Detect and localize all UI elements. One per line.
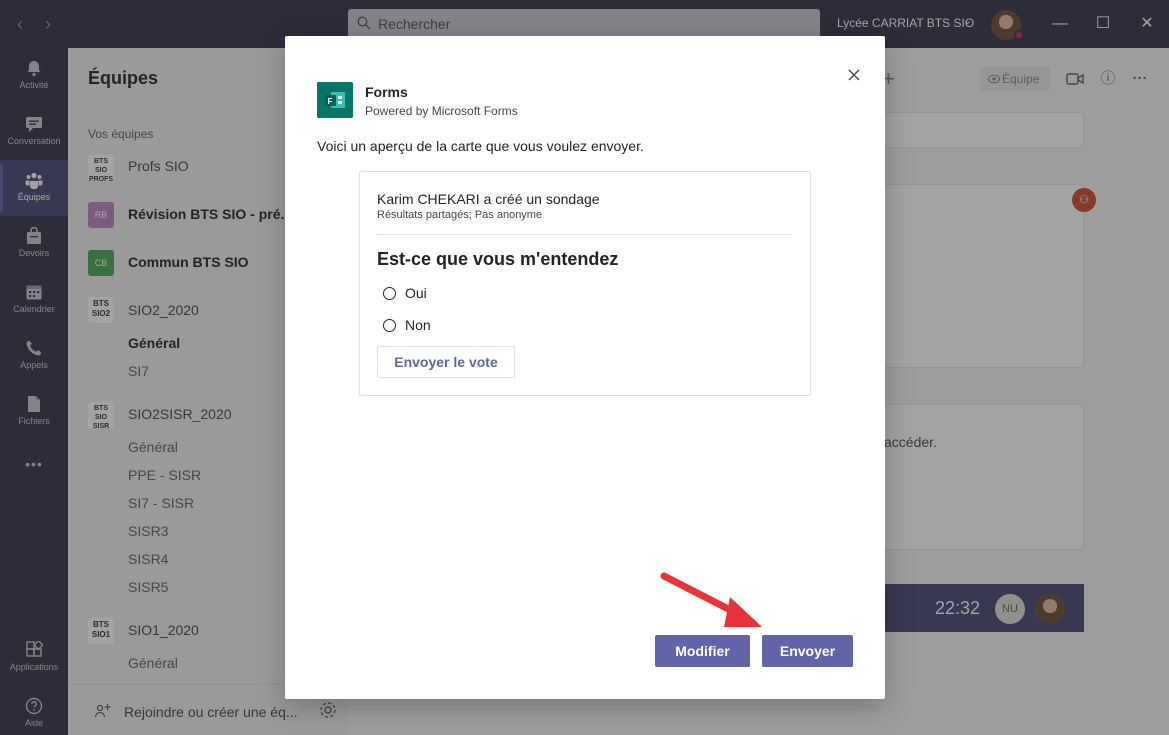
submit-vote-button[interactable]: Envoyer le vote	[377, 346, 515, 378]
preview-instructions: Voici un aperçu de la carte que vous vou…	[317, 138, 644, 154]
close-icon[interactable]	[845, 66, 863, 84]
forms-dialog: F Forms Powered by Microsoft Forms Voici…	[285, 36, 885, 699]
annotation-arrow-icon	[660, 572, 762, 627]
poll-option-non[interactable]: Non	[383, 316, 583, 336]
option-label: Non	[405, 317, 431, 333]
poll-question: Est-ce que vous m'entendez	[377, 249, 619, 269]
send-button[interactable]: Envoyer	[762, 635, 853, 667]
app-subtitle: Powered by Microsoft Forms	[365, 104, 518, 118]
poll-option-oui[interactable]: Oui	[383, 284, 583, 304]
card-meta-line: Résultats partagés; Pas anonyme	[377, 209, 543, 221]
card-author-line: Karim CHEKARI a créé un sondage	[377, 191, 600, 207]
app-name: Forms	[365, 84, 408, 100]
forms-app-icon: F	[317, 82, 353, 118]
poll-card: Karim CHEKARI a créé un sondage Résultat…	[359, 171, 811, 396]
radio-button[interactable]	[383, 319, 396, 332]
option-label: Oui	[405, 285, 427, 301]
divider	[377, 234, 792, 235]
svg-text:F: F	[328, 97, 333, 106]
radio-button[interactable]	[383, 287, 396, 300]
modify-button[interactable]: Modifier	[655, 635, 750, 667]
